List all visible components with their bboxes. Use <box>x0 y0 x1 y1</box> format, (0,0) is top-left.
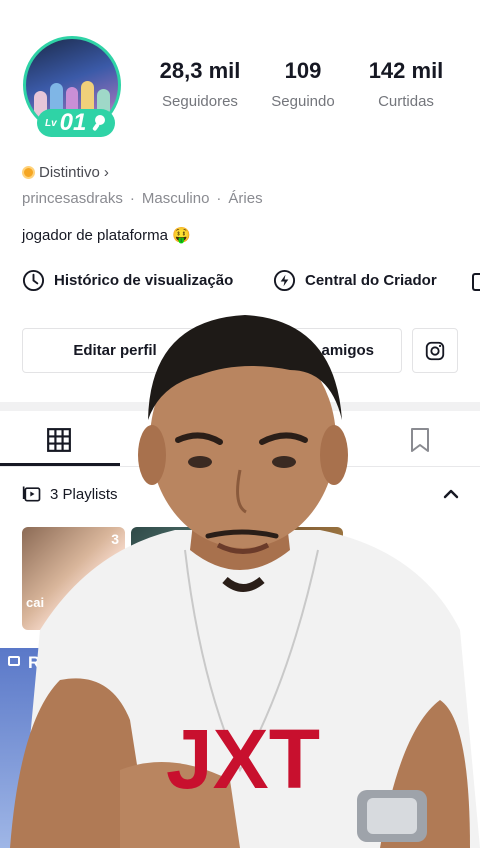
stat-followers[interactable]: 28,3 mil Seguidores <box>150 58 250 110</box>
shirt-print: JXT <box>166 712 320 806</box>
stat-value: 142 mil <box>368 58 444 83</box>
separator: · <box>216 190 222 207</box>
profile-meta: princesasdraks · Masculino · Áries <box>22 190 263 207</box>
link-label: Histórico de visualização <box>54 272 234 289</box>
separator: · <box>129 190 135 207</box>
level-number: 01 <box>59 109 87 136</box>
username: princesasdraks <box>22 190 123 207</box>
stat-likes[interactable]: 142 mil Curtidas <box>358 58 454 110</box>
bio: jogador de plataforma 🤑 <box>22 227 191 244</box>
link-label: Central do Criador <box>305 272 437 289</box>
lightning-icon <box>273 269 296 292</box>
stat-following[interactable]: 109 Seguindo <box>259 58 347 110</box>
badge-label: Distintivo <box>39 164 100 181</box>
creator-center-link[interactable]: Central do Criador <box>273 269 437 292</box>
zodiac-sign: Áries <box>228 190 263 207</box>
stat-label: Curtidas <box>378 93 434 110</box>
badge-link[interactable]: Distintivo › <box>22 164 109 181</box>
stat-label: Seguindo <box>271 93 335 110</box>
gender: Masculino <box>141 190 210 207</box>
more-link-icon[interactable] <box>472 273 480 291</box>
microphone-icon <box>93 115 106 131</box>
watch-history-link[interactable]: Histórico de visualização <box>22 269 233 292</box>
creator-overlay-image: JXT <box>10 315 480 848</box>
badge-icon <box>22 166 35 179</box>
clock-icon <box>22 269 45 292</box>
level-badge: Lv 01 <box>37 109 115 137</box>
stat-value: 28,3 mil <box>159 58 241 83</box>
stat-label: Seguidores <box>162 93 238 110</box>
chevron-right-icon: › <box>103 164 109 181</box>
stat-value: 109 <box>284 58 322 83</box>
level-prefix: Lv <box>45 117 57 129</box>
